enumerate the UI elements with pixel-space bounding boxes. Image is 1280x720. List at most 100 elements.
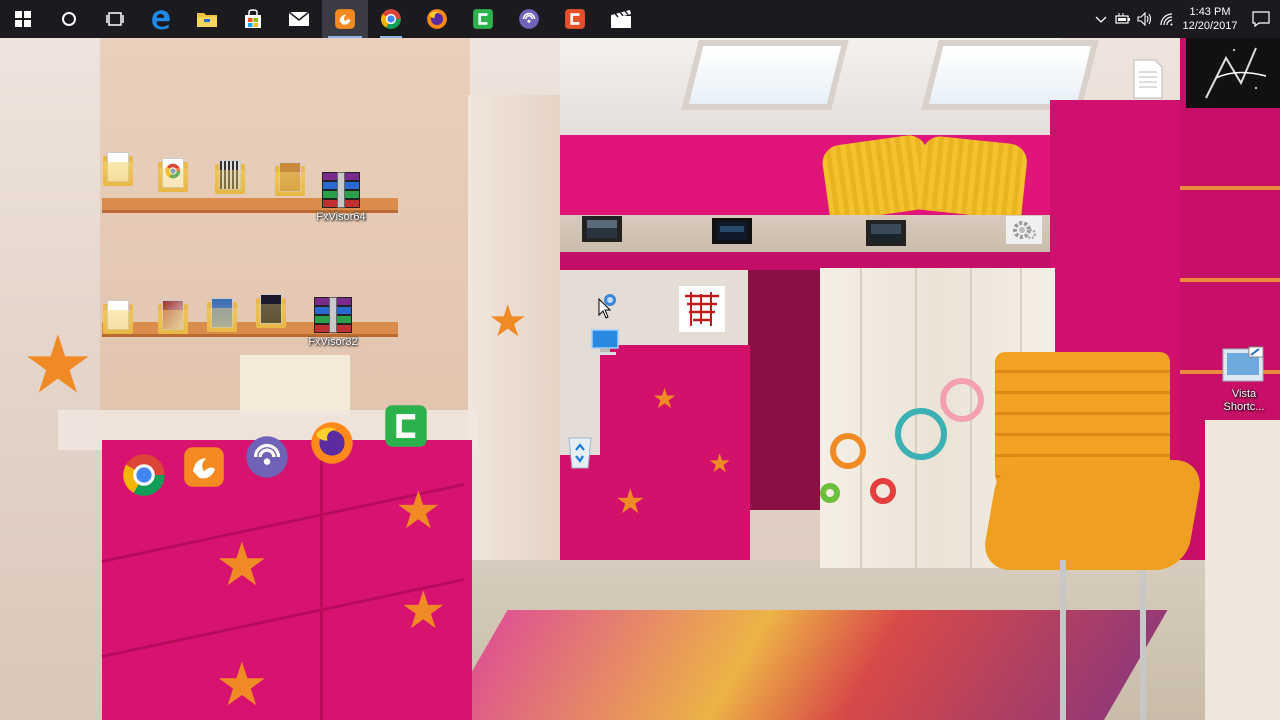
wallpaper-chair-leg [1060,560,1066,720]
wallpaper-star: ★ [22,320,94,409]
video-thumbnail-icon [866,220,906,246]
chrome-icon [123,454,165,496]
taskbar-app-store[interactable] [230,0,276,38]
desktop-settings-shortcut[interactable] [988,214,1060,246]
speaker-icon [1137,12,1152,26]
clock-date: 12/20/2017 [1182,20,1238,32]
camtasia-icon [385,405,427,447]
taskbar: 1:43 PM 12/20/2017 [0,0,1280,38]
chrome-icon [381,9,401,29]
microsoft-store-icon [245,9,261,28]
desktop-icon-label: FxVisor64 [316,211,366,223]
desktop-video-thumbnail[interactable] [696,218,768,244]
folder-icon [256,294,286,328]
bittorrent-icon [246,436,288,478]
firefox-icon [311,422,353,464]
uc-browser-icon [335,9,355,29]
start-button[interactable] [0,0,46,38]
wallpaper-pillow [916,134,1029,221]
wallpaper-star: ★ [400,582,447,640]
taskbar-app-edge[interactable] [138,0,184,38]
folder-icon [103,152,133,186]
folder-icon [275,162,305,196]
camtasia-icon [473,9,493,29]
desktop-shortcut-bittorrent[interactable] [231,434,303,480]
desktop-shortcut-camtasia[interactable] [370,403,442,449]
clock-time: 1:43 PM [1189,6,1231,18]
folder-icon [103,300,133,334]
uc-browser-icon [184,447,224,487]
document-icon [1133,59,1163,99]
edge-browser-icon [152,10,170,30]
wallpaper-star: ★ [215,531,269,598]
show-hidden-icons-button[interactable] [1090,0,1112,38]
mail-icon [288,11,310,26]
firefox-icon [427,9,447,29]
winrar-archive-icon [313,297,353,333]
wallpaper-star: ★ [615,483,646,521]
wallpaper-chair-leg [1140,570,1146,720]
taskbar-app-mail[interactable] [276,0,322,38]
wallpaper-star: ★ [488,297,528,346]
desktop-shortcut-vista[interactable]: Vista Shortc... [1208,345,1280,414]
wallpaper-toy-box [240,355,350,415]
wallpaper-rug [432,610,1168,720]
taskbar-app-file-explorer[interactable] [184,0,230,38]
taskbar-app-camtasia[interactable] [460,0,506,38]
taskbar-app-uc-browser[interactable] [322,0,368,38]
desktop-screen: ★ ★ ★ ★ ★ ★ ★ ★ ★ FxVisor64 FxVisor32 Vi… [0,0,1280,720]
desktop-image-thumbnail[interactable] [1186,38,1280,108]
folder-icon [158,158,188,192]
video-thumbnail-icon [712,218,752,244]
taskbar-app-chrome[interactable] [368,0,414,38]
task-view-icon [106,12,124,26]
gear-icon [1006,216,1042,244]
battery-plugged-icon [1115,13,1130,24]
wallpaper-pillow [820,133,935,222]
winrar-archive-icon [321,172,361,208]
volume-button[interactable] [1134,0,1156,38]
cortana-button[interactable] [46,0,92,38]
desktop-shortcut-firefox[interactable] [296,420,368,466]
desktop-text-document[interactable] [1112,58,1184,100]
desktop-video-thumbnail[interactable] [850,220,922,246]
taskbar-clock[interactable]: 1:43 PM 12/20/2017 [1182,5,1238,33]
desktop-shortcut-fxvisor32[interactable]: FxVisor32 [297,297,369,349]
taskbar-app-movies-tv[interactable] [598,0,644,38]
wallpaper-chair-seat [980,460,1205,570]
folder-icon [207,298,237,332]
wallpaper-mid-drawers [560,455,605,575]
action-center-button[interactable] [1242,0,1280,38]
folder-icon [215,160,245,194]
video-thumbnail-icon [582,216,622,242]
running-indicator [328,36,362,38]
desktop-shortcut-fxvisor64[interactable]: FxVisor64 [305,172,377,224]
chevron-up-icon [1095,16,1107,23]
desktop-image-shortcut[interactable] [666,286,738,332]
taskbar-app-firefox[interactable] [414,0,460,38]
mouse-cursor-icon [598,298,612,319]
task-view-button[interactable] [92,0,138,38]
desktop-recycle-bin[interactable] [544,432,616,472]
network-button[interactable] [1156,0,1178,38]
wifi-icon [1160,13,1173,26]
wallpaper-star: ★ [215,651,269,718]
desktop-shortcut-uc-browser[interactable] [168,445,240,489]
folder-icon [158,300,188,334]
taskbar-app-camtasia-recorder[interactable] [552,0,598,38]
windows-start-icon [15,11,31,27]
camtasia-recorder-icon [565,9,585,29]
wallpaper-star: ★ [708,448,732,478]
desktop-icon-label: Vista Shortc... [1223,388,1265,413]
cortana-search-icon [62,12,76,26]
wallpaper-skylight [681,40,849,110]
bittorrent-icon [519,9,539,29]
battery-button[interactable] [1112,0,1134,38]
wallpaper-star: ★ [652,383,678,414]
desktop-icon-label: FxVisor32 [308,336,358,348]
desktop-video-thumbnail[interactable] [566,216,638,242]
taskbar-app-bittorrent[interactable] [506,0,552,38]
recycle-bin-icon [568,437,592,469]
artwork-thumbnail-icon [1186,38,1280,108]
system-tray: 1:43 PM 12/20/2017 [1090,0,1280,38]
